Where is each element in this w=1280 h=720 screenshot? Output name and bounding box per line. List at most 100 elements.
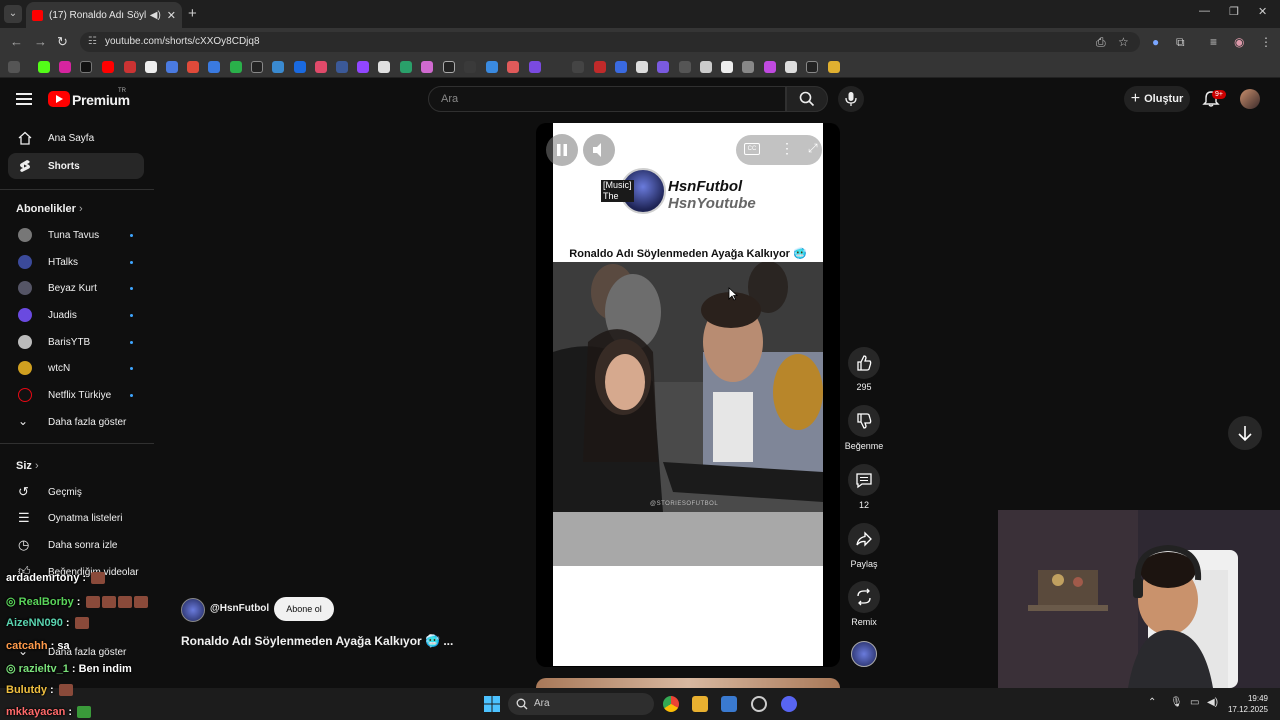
sidebar-item-channel[interactable]: Beyaz Kurt xyxy=(8,275,144,301)
bookmark-instagram-icon[interactable] xyxy=(59,61,71,73)
like-button[interactable] xyxy=(848,347,880,379)
bookmark-youtube-icon[interactable] xyxy=(102,61,114,73)
remix-button[interactable] xyxy=(848,581,880,613)
apps-grid-icon[interactable] xyxy=(8,61,20,73)
bookmark-icon[interactable] xyxy=(124,61,136,73)
channel-avatar[interactable] xyxy=(181,598,205,622)
close-window-icon[interactable]: ✕ xyxy=(1258,5,1267,18)
bookmark-icon[interactable] xyxy=(315,61,327,73)
bookmark-icon[interactable] xyxy=(464,61,476,73)
bookmark-icon[interactable] xyxy=(700,61,712,73)
bookmark-icon[interactable] xyxy=(679,61,691,73)
sidebar-item-history[interactable]: ↺ Geçmiş xyxy=(8,479,144,505)
dislike-button[interactable] xyxy=(848,405,880,437)
short-title[interactable]: Ronaldo Adı Söylenmeden Ayağa Kalkıyor 🥶… xyxy=(181,634,453,648)
install-app-icon[interactable]: ⎙ xyxy=(1096,35,1106,50)
file-explorer-icon[interactable] xyxy=(692,696,708,712)
photos-icon[interactable] xyxy=(721,696,737,712)
bookmark-icon[interactable] xyxy=(657,61,669,73)
reload-icon[interactable]: ↻ xyxy=(57,34,68,50)
bookmark-icon[interactable] xyxy=(208,61,220,73)
bookmark-star-icon[interactable]: ☆ xyxy=(1118,35,1129,49)
subscriptions-heading[interactable]: Abonelikler › xyxy=(16,203,83,215)
channel-handle[interactable]: @HsnFutbol xyxy=(210,603,269,614)
sidebar-item-watch-later[interactable]: ◷ Daha sonra izle xyxy=(8,532,144,558)
fullscreen-icon[interactable]: ⤢ xyxy=(808,141,818,156)
bookmark-x-icon[interactable] xyxy=(80,61,92,73)
tray-expand-icon[interactable]: ⌃ xyxy=(1148,697,1156,708)
bookmark-icon[interactable] xyxy=(400,61,412,73)
taskbar-search[interactable]: Ara xyxy=(508,693,654,715)
share-button[interactable] xyxy=(848,523,880,555)
bookmark-icon[interactable] xyxy=(615,61,627,73)
sidebar-item-channel[interactable]: Juadis xyxy=(8,302,144,328)
network-icon[interactable]: ▭ xyxy=(1190,697,1199,708)
browser-tab-active[interactable]: (17) Ronaldo Adı Söylenme ◀) ✕ xyxy=(26,2,182,28)
bookmark-icon[interactable] xyxy=(507,61,519,73)
sidebar-item-shorts[interactable]: Shorts xyxy=(8,153,144,179)
sidebar-item-channel[interactable]: Netflix Türkiye xyxy=(8,382,144,408)
bookmark-icon[interactable] xyxy=(378,61,390,73)
comments-button[interactable] xyxy=(848,464,880,496)
windows-start-icon[interactable] xyxy=(484,696,500,712)
restore-icon[interactable]: ❐ xyxy=(1229,5,1239,18)
bookmark-icon[interactable] xyxy=(721,61,733,73)
account-avatar[interactable] xyxy=(1240,89,1260,109)
bookmark-kick-icon[interactable] xyxy=(38,61,50,73)
search-button[interactable] xyxy=(786,86,828,112)
bookmark-icon[interactable] xyxy=(187,61,199,73)
microphone-tray-icon[interactable]: 🎙︎ xyxy=(1170,697,1183,708)
bookmark-icon[interactable] xyxy=(486,61,498,73)
create-button[interactable]: + Oluştur xyxy=(1124,86,1190,112)
bookmark-icon[interactable] xyxy=(529,61,541,73)
sidebar-item-channel[interactable]: wtcN xyxy=(8,355,144,381)
obs-icon[interactable] xyxy=(751,696,767,712)
bookmark-icon[interactable] xyxy=(145,61,157,73)
close-tab-icon[interactable]: ✕ xyxy=(167,9,176,22)
site-info-icon[interactable]: ☷ xyxy=(88,36,97,47)
taskbar-clock[interactable]: 19:49 17.12.2025 xyxy=(1226,693,1268,715)
menu-icon[interactable] xyxy=(16,93,32,105)
bookmark-icon[interactable] xyxy=(806,61,818,73)
sound-avatar[interactable] xyxy=(851,641,877,667)
brand-name[interactable]: Premium xyxy=(72,92,130,108)
bookmark-icon[interactable] xyxy=(572,61,584,73)
search-input[interactable]: Ara xyxy=(428,86,786,112)
bookmark-icon[interactable] xyxy=(230,61,242,73)
bookmark-icon[interactable] xyxy=(272,61,284,73)
bookmark-facebook-icon[interactable] xyxy=(336,61,348,73)
bookmark-icon[interactable] xyxy=(742,61,754,73)
bookmark-icon[interactable] xyxy=(636,61,648,73)
pause-button[interactable] xyxy=(546,134,578,166)
profile-icon[interactable]: ◉ xyxy=(1234,35,1244,49)
extension-icon[interactable]: ● xyxy=(1152,35,1159,49)
sidebar-item-playlists[interactable]: ☰ Oynatma listeleri xyxy=(8,505,144,531)
speaker-icon[interactable]: ◀) xyxy=(150,10,161,21)
bookmark-icon[interactable] xyxy=(443,61,455,73)
chrome-icon[interactable] xyxy=(663,696,679,712)
more-options-icon[interactable]: ⋮ xyxy=(780,140,794,157)
bookmark-icon[interactable] xyxy=(421,61,433,73)
bookmark-icon[interactable] xyxy=(251,61,263,73)
next-short-preview[interactable] xyxy=(536,678,840,688)
sidebar-item-channel[interactable]: HTalks xyxy=(8,249,144,275)
bookmark-icon[interactable] xyxy=(294,61,306,73)
media-controls-icon[interactable]: ≡ xyxy=(1210,35,1217,49)
url-text[interactable]: youtube.com/shorts/cXXOy8CDjq8 xyxy=(105,36,260,47)
sidebar-item-channel[interactable]: Tuna Tavus xyxy=(8,222,144,248)
bookmark-folder-icon[interactable] xyxy=(828,61,840,73)
bookmark-twitch-icon[interactable] xyxy=(357,61,369,73)
sidebar-item-channel[interactable]: BarisYTB xyxy=(8,329,144,355)
voice-search-button[interactable] xyxy=(838,86,864,112)
browser-menu-icon[interactable]: ⋮ xyxy=(1260,35,1272,49)
sidebar-item-home[interactable]: Ana Sayfa xyxy=(8,125,144,151)
extensions-puzzle-icon[interactable]: ⧉ xyxy=(1176,35,1185,50)
minimize-icon[interactable]: — xyxy=(1199,5,1210,17)
captions-icon[interactable]: CC xyxy=(744,143,760,155)
you-heading[interactable]: Siz › xyxy=(16,460,39,472)
tab-search-button[interactable]: ⌄ xyxy=(4,5,22,23)
volume-button[interactable] xyxy=(583,134,615,166)
back-icon[interactable]: ← xyxy=(10,34,23,49)
bookmark-icon[interactable] xyxy=(764,61,776,73)
volume-tray-icon[interactable]: ◀) xyxy=(1207,697,1218,708)
